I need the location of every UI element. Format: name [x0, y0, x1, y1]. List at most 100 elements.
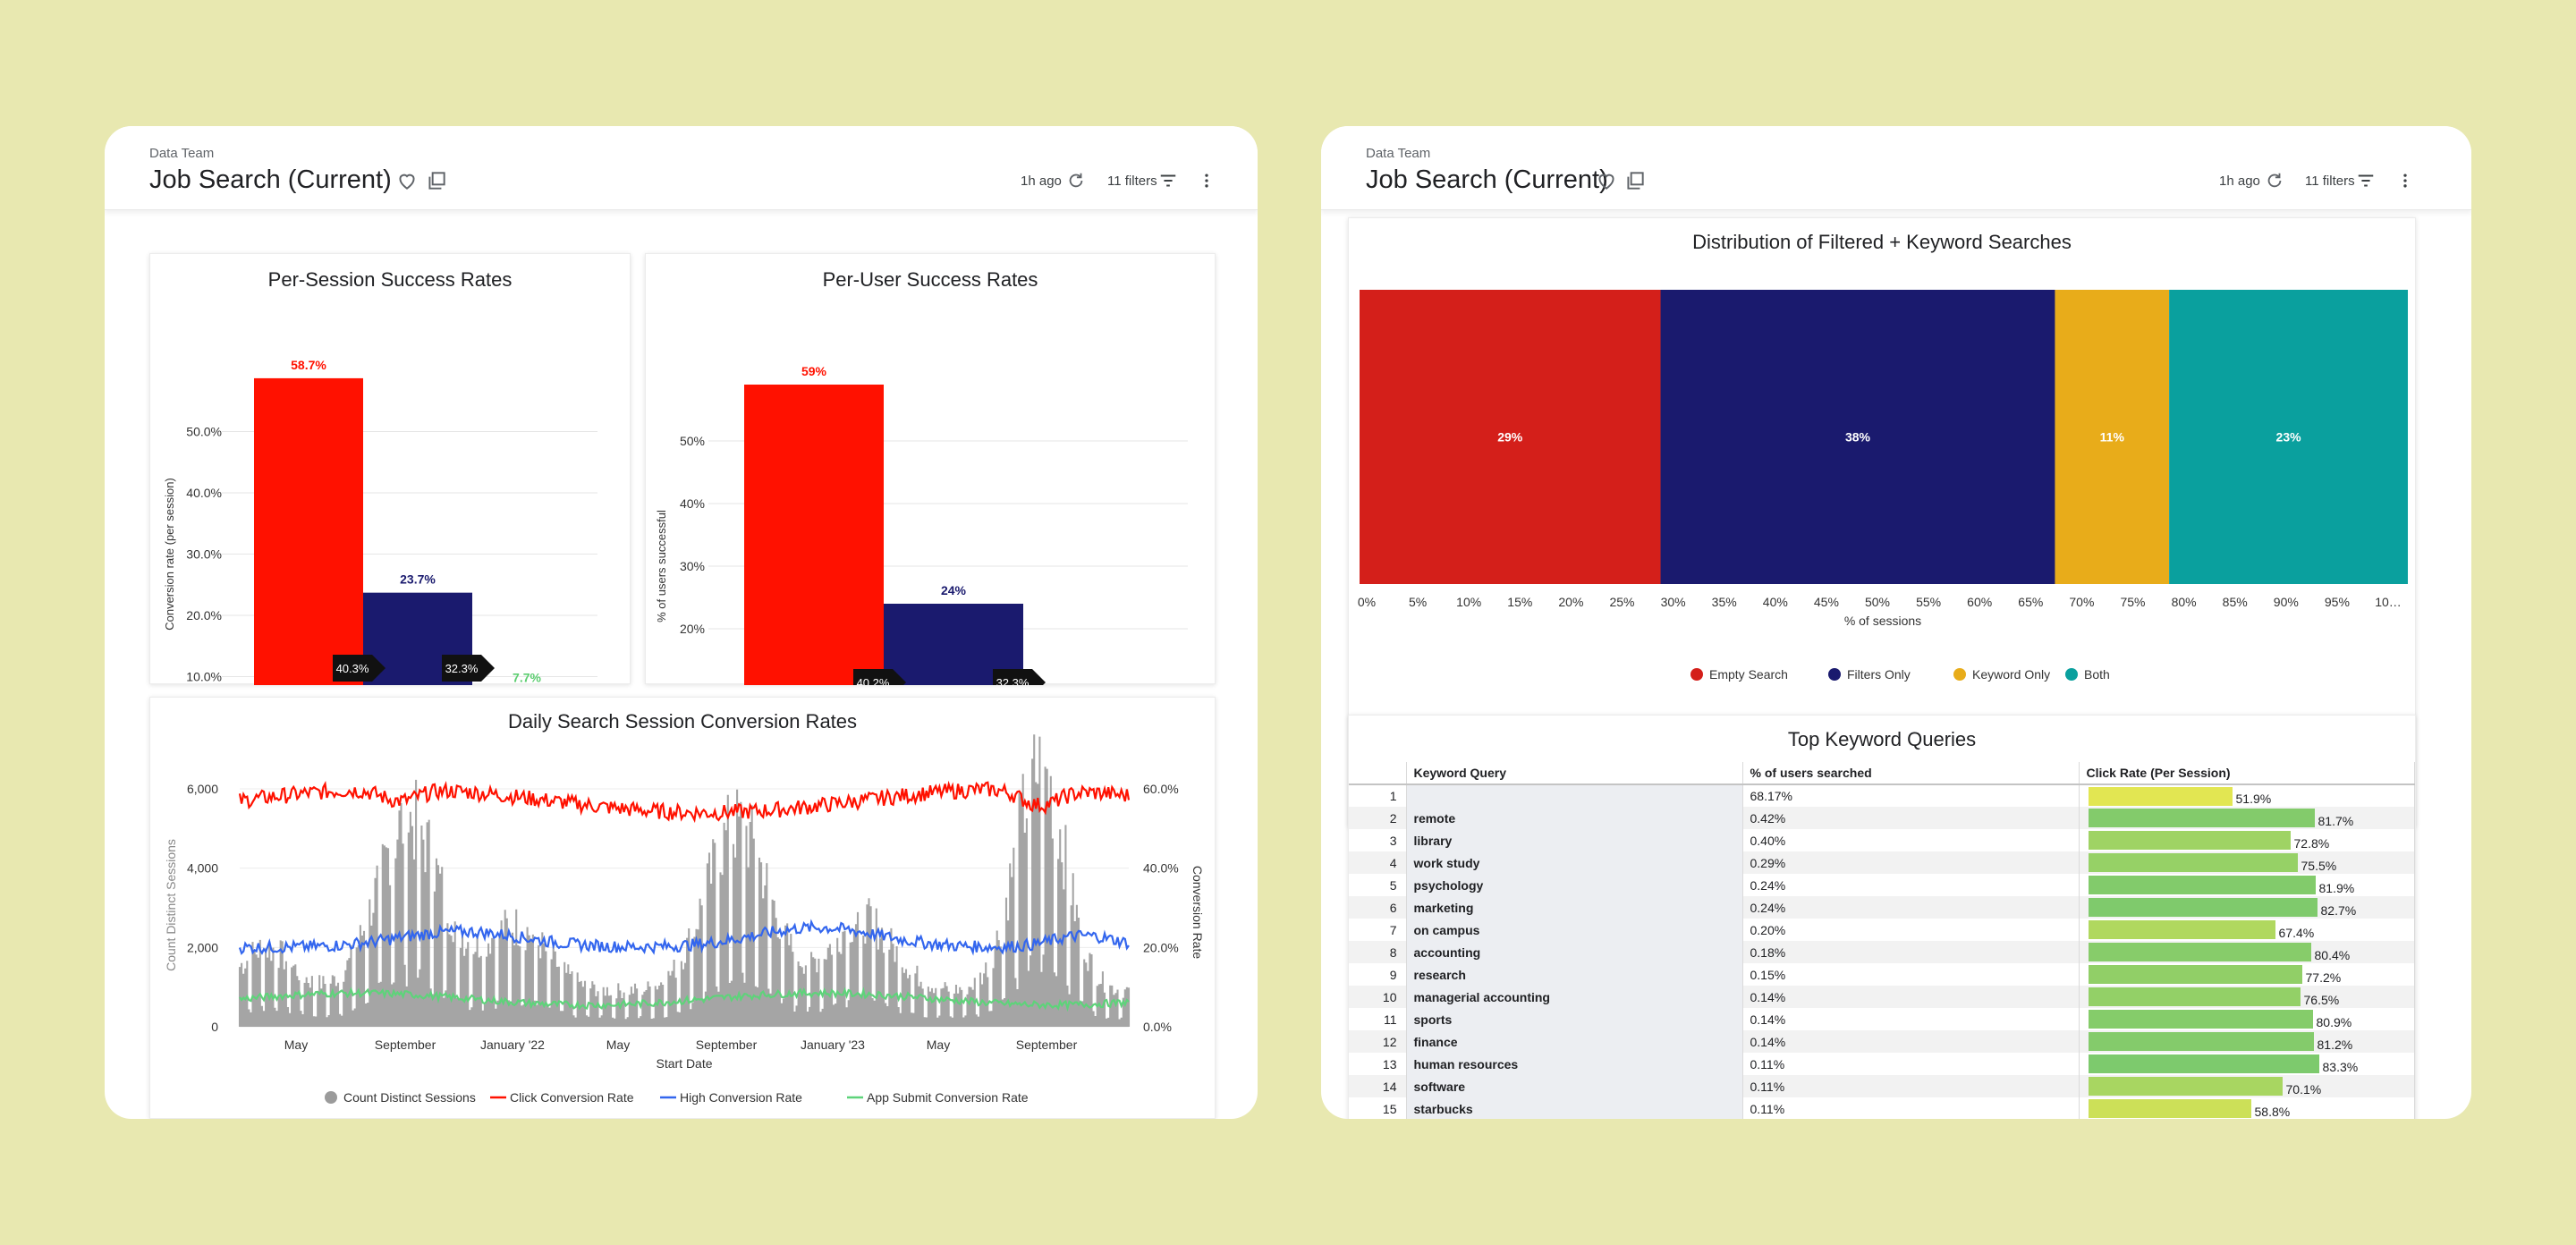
x-tick-label: 20% — [1558, 595, 1583, 609]
table-row[interactable]: 2 remote 0.42% 81.7% — [1349, 807, 2415, 829]
filter-icon[interactable] — [2356, 171, 2376, 191]
click-rate-bar — [2088, 1077, 2283, 1096]
y-tick-label: 40.0% — [186, 486, 222, 500]
pct-searched-cell: 0.11% — [1742, 1097, 2080, 1119]
copy-icon[interactable] — [425, 169, 448, 192]
x-tick-label: January '22 — [480, 1038, 545, 1052]
more-vert-icon[interactable] — [2396, 171, 2414, 191]
dashboard-title: Job Search (Current) — [1366, 165, 1608, 194]
table-row[interactable]: 15 starbucks 0.11% 58.8% — [1349, 1097, 2415, 1119]
table-row[interactable]: 3 library 0.40% 72.8% — [1349, 829, 2415, 851]
pct-searched-cell: 68.17% — [1742, 784, 2080, 807]
table-row[interactable]: 5 psychology 0.24% 81.9% — [1349, 874, 2415, 896]
pct-searched-cell: 0.20% — [1742, 919, 2080, 941]
table-row[interactable]: 1 68.17% 51.9% — [1349, 784, 2415, 807]
pct-searched-cell: 0.18% — [1742, 941, 2080, 963]
copy-icon[interactable] — [1623, 169, 1647, 192]
team-breadcrumb[interactable]: Data Team — [1366, 146, 1430, 161]
per-session-chart-card: Per-Session Success Rates 0.0%10.0%20.0%… — [149, 253, 631, 685]
click-rate-cell: 76.5% — [2079, 986, 2415, 1008]
pct-searched-cell: 0.24% — [1742, 874, 2080, 896]
column-header-click-rate[interactable]: Click Rate (Per Session) — [2079, 762, 2415, 785]
filters-button[interactable]: 11 filters — [1107, 174, 1157, 189]
segment-value-label: 29% — [1497, 430, 1523, 445]
legend-label: Count Distinct Sessions — [343, 1090, 476, 1105]
pct-searched-cell: 0.11% — [1742, 1075, 2080, 1097]
y-right-tick-label: 40.0% — [1143, 861, 1179, 876]
table-row[interactable]: 14 software 0.11% 70.1% — [1349, 1075, 2415, 1097]
row-index: 10 — [1349, 986, 1407, 1008]
per-user-chart-card: Per-User Success Rates 0%10%20%30%40%50%… — [645, 253, 1216, 685]
heart-icon[interactable] — [395, 169, 419, 192]
row-index: 4 — [1349, 851, 1407, 874]
table-row[interactable]: 10 managerial accounting 0.14% 76.5% — [1349, 986, 2415, 1008]
table-row[interactable]: 6 marketing 0.24% 82.7% — [1349, 896, 2415, 919]
table-row[interactable]: 7 on campus 0.20% 67.4% — [1349, 919, 2415, 941]
dashboard-panel-left: Data Team Job Search (Current) 1h ago 11… — [105, 126, 1258, 1119]
y-left-axis-label: Count Distinct Sessions — [164, 839, 178, 971]
x-tick-label: 85% — [2223, 595, 2248, 609]
table-row[interactable]: 12 finance 0.14% 81.2% — [1349, 1030, 2415, 1053]
y-axis-label: Conversion rate (per session) — [163, 478, 176, 631]
click-rate-cell: 58.8% — [2079, 1097, 2415, 1119]
click-rate-label: 75.5% — [2301, 858, 2337, 873]
click-rate-bar — [2088, 876, 2316, 894]
click-rate-bar — [2088, 853, 2298, 872]
row-index: 11 — [1349, 1008, 1407, 1030]
table-row[interactable]: 4 work study 0.29% 75.5% — [1349, 851, 2415, 874]
x-tick-label: 25% — [1609, 595, 1634, 609]
legend-marker — [1828, 668, 1841, 681]
segment-value-label: 38% — [1845, 430, 1871, 445]
click-rate-cell: 70.1% — [2079, 1075, 2415, 1097]
refresh-icon[interactable] — [2265, 171, 2284, 191]
heart-icon[interactable] — [1595, 169, 1618, 192]
row-index: 14 — [1349, 1075, 1407, 1097]
table-title: Top Keyword Queries — [1787, 728, 1977, 750]
x-tick-label: 55% — [1916, 595, 1941, 609]
table-row[interactable]: 11 sports 0.14% 80.9% — [1349, 1008, 2415, 1030]
row-index: 7 — [1349, 919, 1407, 941]
click-rate-cell: 81.7% — [2079, 807, 2415, 829]
x-tick-label: 75% — [2120, 595, 2145, 609]
x-tick-label: 10% — [1456, 595, 1481, 609]
x-tick-label: 95% — [2325, 595, 2350, 609]
segment-value-label: 23% — [2276, 430, 2302, 445]
keyword-cell: managerial accounting — [1406, 986, 1743, 1008]
keyword-cell: research — [1406, 963, 1743, 986]
click-rate-bar — [2088, 831, 2291, 850]
row-index: 12 — [1349, 1030, 1407, 1053]
pct-searched-cell: 0.24% — [1742, 896, 2080, 919]
keyword-table: Keyword Query % of users searched Click … — [1349, 762, 2415, 1119]
bar-value-label: 59% — [801, 364, 827, 378]
refresh-icon[interactable] — [1066, 171, 1086, 191]
bar-value-label: 58.7% — [291, 358, 326, 372]
per-user-chart: 0%10%20%30%40%50%% of users successful59… — [655, 364, 1188, 685]
keyword-cell: accounting — [1406, 941, 1743, 963]
more-vert-icon[interactable] — [1198, 171, 1216, 191]
x-tick-label: September — [1016, 1038, 1078, 1052]
click-rate-bar — [2088, 1010, 2313, 1029]
table-row[interactable]: 9 research 0.15% 77.2% — [1349, 963, 2415, 986]
filters-button[interactable]: 11 filters — [2305, 174, 2355, 189]
table-row[interactable]: 13 human resources 0.11% 83.3% — [1349, 1053, 2415, 1075]
pct-searched-cell: 0.42% — [1742, 807, 2080, 829]
column-header-pct[interactable]: % of users searched — [1742, 762, 2080, 785]
x-tick-label: May — [927, 1038, 950, 1052]
pct-searched-cell: 0.14% — [1742, 1030, 2080, 1053]
pct-searched-cell: 0.11% — [1742, 1053, 2080, 1075]
keyword-cell: software — [1406, 1075, 1743, 1097]
click-rate-label: 80.4% — [2314, 947, 2351, 962]
y-right-tick-label: 20.0% — [1143, 940, 1179, 954]
click-rate-cell: 81.2% — [2079, 1030, 2415, 1053]
legend-marker — [1953, 668, 1966, 681]
x-tick-label: 45% — [1814, 595, 1839, 609]
y-tick-label: 10.0% — [186, 670, 222, 684]
filter-icon[interactable] — [1158, 171, 1178, 191]
table-row[interactable]: 8 accounting 0.18% 80.4% — [1349, 941, 2415, 963]
column-header-keyword[interactable]: Keyword Query — [1406, 762, 1743, 785]
team-breadcrumb[interactable]: Data Team — [149, 146, 214, 161]
keyword-cell: human resources — [1406, 1053, 1743, 1075]
legend-label: Filters Only — [1847, 667, 1911, 682]
click-rate-cell: 67.4% — [2079, 919, 2415, 941]
pct-searched-cell: 0.14% — [1742, 986, 2080, 1008]
